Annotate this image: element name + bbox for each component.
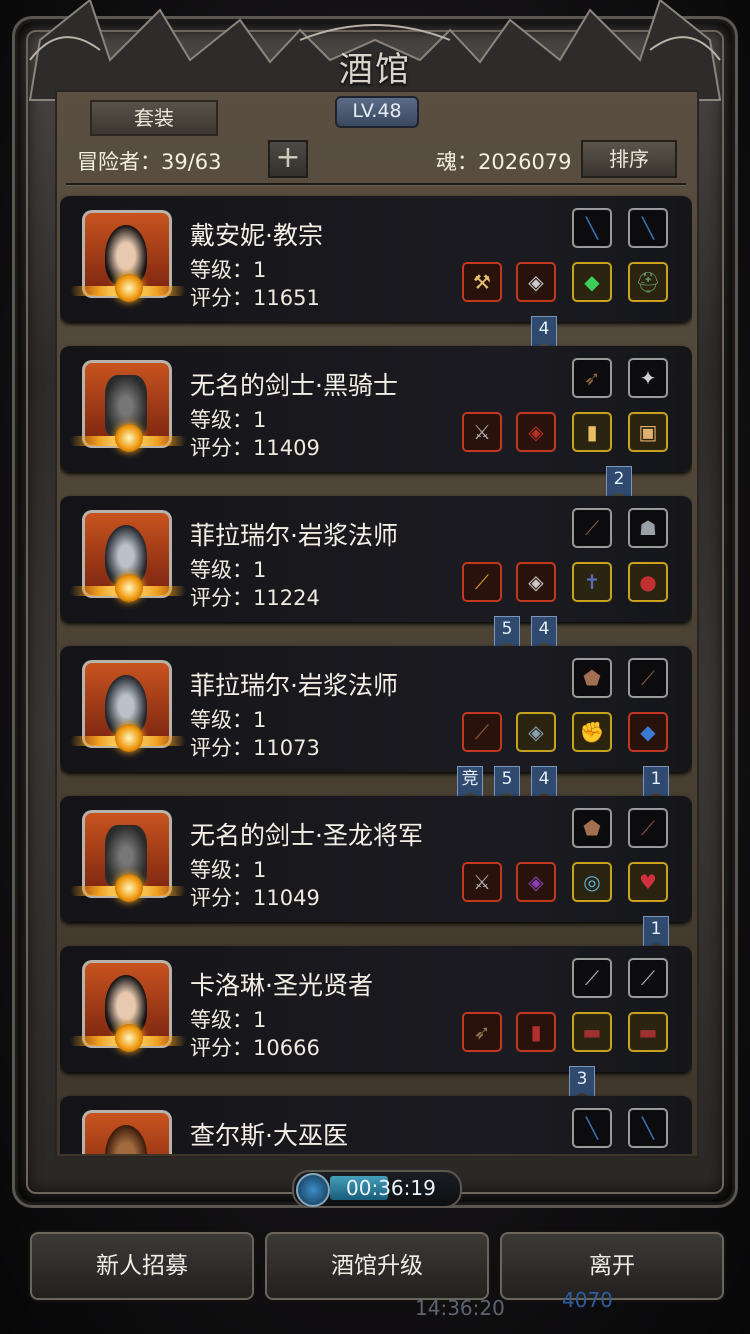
feather-icon[interactable]: ⟋ [628, 658, 668, 698]
hero-card[interactable]: 戴安妮·教宗 等级：1 评分：11651 ╲ ╲ ⚒ ◈ ◆ ⛑ [60, 196, 692, 322]
armor-icon[interactable]: ◈ [516, 562, 556, 602]
hero-name: 菲拉瑞尔·岩浆法师 [190, 671, 398, 700]
necklace-icon[interactable]: ♥ [628, 862, 668, 902]
hero-score: 评分：11651 [190, 286, 320, 310]
staff-icon[interactable]: ⟋ [462, 712, 502, 752]
tag-badge: 2 [606, 466, 632, 500]
hero-name: 戴安妮·教宗 [190, 221, 323, 250]
robe-icon[interactable]: ▮ [516, 1012, 556, 1052]
recruit-button[interactable]: 新人招募 [30, 1232, 254, 1300]
tag-badge: 5 [494, 766, 520, 800]
plate-armor-icon[interactable]: ◈ [516, 712, 556, 752]
timer-text: 00:36:19 [346, 1176, 436, 1200]
armor-icon[interactable]: ◈ [516, 862, 556, 902]
plus-icon: + [275, 140, 301, 175]
tag-badge: 4 [531, 616, 557, 650]
tome-icon[interactable]: ▣ [628, 412, 668, 452]
shield-icon[interactable]: ⬟ [572, 658, 612, 698]
gauntlet-icon[interactable]: ✊ [572, 712, 612, 752]
background-gem-count: 4070 [562, 1288, 613, 1312]
sword-icon[interactable]: ⚔ [462, 412, 502, 452]
belt-icon[interactable]: ▬ [628, 1012, 668, 1052]
rank-medal-icon [115, 724, 143, 752]
hero-level: 等级：1 [190, 258, 267, 282]
sword-icon[interactable]: ⚔ [462, 862, 502, 902]
hero-name: 卡洛琳·圣光贤者 [190, 971, 373, 1000]
hammer-icon[interactable]: ⚒ [462, 262, 502, 302]
tag-badge: 3 [569, 1066, 595, 1100]
rank-medal-icon [115, 1024, 143, 1052]
bow-icon[interactable]: ╲ [572, 1108, 612, 1148]
hero-level: 等级：1 [190, 558, 267, 582]
title-plate: 酒馆 [316, 48, 434, 92]
add-adventurer-button[interactable]: + [268, 140, 308, 178]
hero-level: 等级：1 [190, 408, 267, 432]
hero-name: 无名的剑士·黑骑士 [190, 371, 398, 400]
sort-button[interactable]: 排序 [581, 140, 677, 178]
hero-score: 评分：11073 [190, 736, 320, 760]
rank-medal-icon [115, 574, 143, 602]
upgrade-tavern-button[interactable]: 酒馆升级 [265, 1232, 489, 1300]
bracer-icon[interactable]: ➶ [572, 358, 612, 398]
feather-icon[interactable]: ⟋ [628, 808, 668, 848]
soul-count: 魂：2026079 [436, 150, 572, 174]
hero-level: 等级：1 [190, 1008, 267, 1032]
hero-score: 评分：11049 [190, 886, 320, 910]
set-button[interactable]: 套装 [90, 100, 218, 136]
adventurer-count: 冒险者：39/63 [77, 150, 222, 174]
page-title: 酒馆 [339, 50, 411, 90]
hero-card[interactable]: 菲拉瑞尔·岩浆法师 等级：1 评分：11224 ⟋ ☗ ⟋ ◈ ✝ ● [60, 496, 692, 622]
rank-medal-icon [115, 424, 143, 452]
helmet-icon[interactable]: ⛑ [628, 262, 668, 302]
arrows-icon[interactable]: ➶ [462, 1012, 502, 1052]
bow-icon[interactable]: ╲ [628, 208, 668, 248]
hero-list[interactable]: 戴安妮·教宗 等级：1 评分：11651 ╲ ╲ ⚒ ◈ ◆ ⛑ 4 无名的剑士… [60, 192, 692, 1154]
background-clock: 14:36:20 [415, 1296, 505, 1320]
hero-card[interactable]: 卡洛琳·圣光贤者 等级：1 评分：10666 ⟋ ⟋ ➶ ▮ ▬ ▬ [60, 946, 692, 1072]
tag-badge: 1 [643, 916, 669, 950]
countdown-timer: 00:36:19 [292, 1170, 462, 1208]
shield-icon[interactable]: ⬟ [572, 808, 612, 848]
ring-icon[interactable]: ◎ [572, 862, 612, 902]
tag-badge: 4 [531, 766, 557, 800]
dagger-icon[interactable]: ⟋ [628, 958, 668, 998]
hero-name: 查尔斯·大巫医 [190, 1121, 348, 1150]
belt-icon[interactable]: ▬ [572, 1012, 612, 1052]
gem-icon[interactable]: ◆ [572, 262, 612, 302]
hero-level: 等级：1 [190, 858, 267, 882]
hero-portrait[interactable] [82, 1110, 172, 1154]
hero-score: 评分：11224 [190, 586, 320, 610]
gem-icon[interactable]: ◆ [628, 712, 668, 752]
tag-badge: 5 [494, 616, 520, 650]
bow-icon[interactable]: ╲ [628, 1108, 668, 1148]
armor-icon[interactable]: ◈ [516, 412, 556, 452]
bow-icon[interactable]: ╲ [572, 208, 612, 248]
hero-name: 菲拉瑞尔·岩浆法师 [190, 521, 398, 550]
scroll-icon[interactable]: ▮ [572, 412, 612, 452]
hero-card[interactable]: 菲拉瑞尔·岩浆法师 等级：1 评分：11073 ⬟ ⟋ ⟋ ◈ ✊ ◆ [60, 646, 692, 772]
dagger-icon[interactable]: ⟋ [572, 958, 612, 998]
rank-medal-icon [115, 274, 143, 302]
hero-score: 评分：11409 [190, 436, 320, 460]
rank-medal-icon [115, 874, 143, 902]
tag-badge: 1 [643, 766, 669, 800]
feather-icon[interactable]: ⟋ [572, 508, 612, 548]
clock-icon [296, 1173, 330, 1207]
hero-card[interactable]: 查尔斯·大巫医 ╲ ╲ [60, 1096, 692, 1154]
mask-icon[interactable]: ☗ [628, 508, 668, 548]
hero-level: 等级：1 [190, 708, 267, 732]
divider [66, 183, 686, 185]
cross-icon[interactable]: ✝ [572, 562, 612, 602]
staff-icon[interactable]: ⟋ [462, 562, 502, 602]
hero-card[interactable]: 无名的剑士·圣龙将军 等级：1 评分：11049 ⬟ ⟋ ⚔ ◈ ◎ ♥ [60, 796, 692, 922]
amulet-icon[interactable]: ✦ [628, 358, 668, 398]
hero-name: 无名的剑士·圣龙将军 [190, 821, 423, 850]
armor-icon[interactable]: ◈ [516, 262, 556, 302]
pouch-icon[interactable]: ● [628, 562, 668, 602]
hero-score: 评分：10666 [190, 1036, 320, 1060]
tag-badge: 竞 [457, 766, 483, 800]
hero-card[interactable]: 无名的剑士·黑骑士 等级：1 评分：11409 ➶ ✦ ⚔ ◈ ▮ ▣ [60, 346, 692, 472]
tag-badge: 4 [531, 316, 557, 350]
tavern-level-badge: LV.48 [335, 96, 419, 128]
